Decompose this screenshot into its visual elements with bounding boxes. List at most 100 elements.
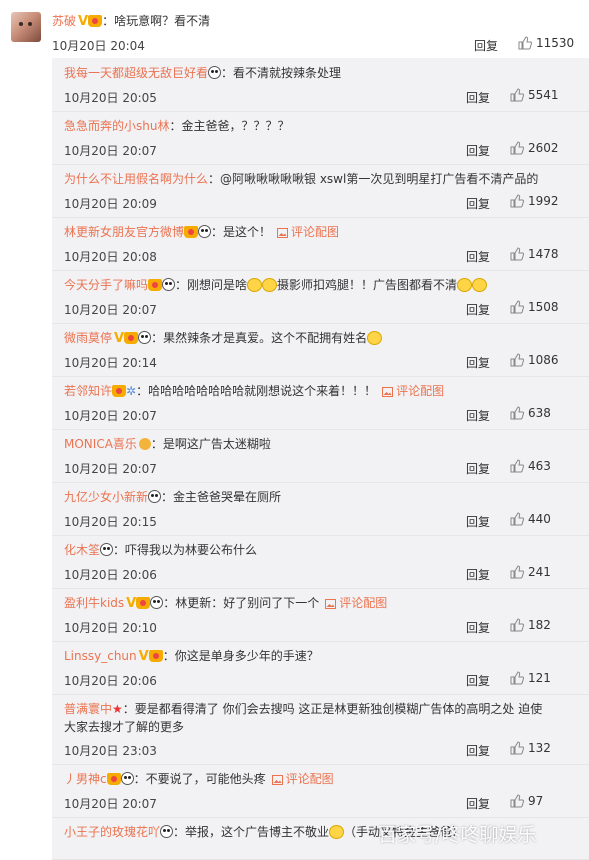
thumbs-up-icon [510, 353, 525, 367]
reply-button[interactable]: 回复 [466, 142, 490, 159]
member-crown-icon [124, 332, 139, 344]
like-button[interactable]: 132 [510, 741, 551, 755]
member-crown-icon [88, 15, 103, 27]
reply-item: 盈利牛kids V ：林更新：好了别问了下一个 评论配图 10月20日 20:10 回复 1… [52, 588, 589, 642]
like-button[interactable]: 5541 [510, 88, 559, 102]
thumbs-up-icon [510, 406, 525, 420]
like-button[interactable]: 182 [510, 618, 551, 632]
reply-item: 若邻知许 ✲：哈哈哈哈哈哈哈哈就刚想说这个来着！！！ 评论配图 10月20日 20:0… [52, 376, 589, 430]
cat-emoji-icon [262, 278, 278, 292]
thumbs-up-icon [510, 247, 525, 261]
avatar[interactable] [11, 12, 41, 42]
thumbs-up-icon [510, 618, 525, 632]
username-link[interactable]: Linssy_chun [64, 649, 137, 663]
member-crown-icon [184, 226, 199, 238]
username-link[interactable]: 微雨莫停 [64, 331, 112, 345]
like-button[interactable]: 463 [510, 459, 551, 473]
username-link[interactable]: 若邻知许 [64, 384, 112, 398]
thumbs-up-icon [510, 671, 525, 685]
username-link[interactable]: 丿男神c [64, 772, 107, 786]
reply-text: ：是啊这广告太迷糊啦 [150, 437, 271, 451]
comment-image-link[interactable]: 评论配图 [271, 772, 334, 786]
like-button[interactable]: 638 [510, 406, 551, 420]
like-button[interactable]: 1478 [510, 247, 559, 261]
reply-button[interactable]: 回复 [466, 195, 490, 212]
reply-item: Linssy_chun V ：你这是单身多少年的手速？ 10月20日 20:06 回复 1… [52, 641, 589, 695]
comment-image-link[interactable]: 评论配图 [325, 596, 387, 610]
clap-emoji-icon: ✲ [126, 384, 137, 398]
username-link[interactable]: 普满寰中 [64, 702, 112, 716]
reply-line: 盈利牛kids V ：林更新：好了别问了下一个 评论配图 [64, 594, 387, 611]
reply-text: ：看不清就按辣条处理 [221, 66, 342, 80]
member-crown-icon [106, 773, 121, 785]
panda-emoji-icon [138, 331, 152, 344]
like-button[interactable]: 241 [510, 565, 551, 579]
reply-button[interactable]: 回复 [466, 566, 490, 583]
reply-line: 若邻知许 ✲：哈哈哈哈哈哈哈哈就刚想说这个来着！！！ 评论配图 [64, 382, 444, 399]
reply-list: 我每一天都超级无敌巨好看 ：看不清就按辣条处理 10月20日 20:05 回复 5541… [52, 58, 589, 860]
reply-button[interactable]: 回复 [466, 248, 490, 265]
username-link[interactable]: 林更新女朋友官方微博 [64, 225, 184, 239]
username-link[interactable]: 今天分手了嘛吗 [64, 278, 148, 292]
like-button[interactable]: 2602 [510, 141, 559, 155]
reply-button[interactable]: 回复 [466, 89, 490, 106]
thumbs-up-icon [510, 741, 525, 755]
like-button[interactable]: 121 [510, 671, 551, 685]
reply-button[interactable]: 回复 [466, 619, 490, 636]
reply-button[interactable]: 回复 [466, 513, 490, 530]
reply-button[interactable]: 回复 [466, 795, 490, 812]
like-count: 463 [528, 459, 551, 473]
image-icon [271, 775, 283, 785]
username-link[interactable]: MONICA喜乐 [64, 437, 137, 451]
like-button[interactable]: 440 [510, 512, 551, 526]
cat-emoji-icon [247, 278, 263, 292]
panda-emoji-icon [208, 66, 222, 79]
username-link[interactable]: 盈利牛kids [64, 596, 124, 610]
like-button[interactable]: 1992 [510, 194, 559, 208]
panda-emoji-icon [120, 772, 134, 785]
like-button[interactable]: 1508 [510, 300, 559, 314]
like-button[interactable]: 97 [510, 794, 543, 808]
cat-emoji-icon [367, 331, 383, 345]
reply-line: 我每一天都超级无敌巨好看 ：看不清就按辣条处理 [64, 64, 341, 81]
reply-text: ：不要说了，可能他头疼 [133, 772, 266, 786]
comment-time: 10月20日 20:04 [52, 39, 145, 53]
comment-image-label: 评论配图 [291, 225, 340, 239]
reply-button[interactable]: 回复 [466, 672, 490, 689]
like-count: 121 [528, 671, 551, 685]
image-icon [382, 387, 394, 397]
comment-image-link[interactable]: 评论配图 [382, 384, 444, 398]
like-count: 97 [528, 794, 544, 808]
like-button[interactable]: 1086 [510, 353, 559, 367]
star-icon: ★ [112, 702, 123, 716]
reply-item: 今天分手了嘛吗 ：刚想问是啥 摄影师扣鸡腿！！广告图都看不清 10月20日 20:07… [52, 270, 589, 324]
username-link[interactable]: 九亿少女小新新 [64, 490, 148, 504]
member-crown-icon [148, 279, 163, 291]
reply-button[interactable]: 回复 [474, 37, 498, 54]
reply-item: 九亿少女小新新 ：金主爸爸哭晕在厕所 10月20日 20:15 回复 440 [52, 482, 589, 536]
reply-button[interactable]: 回复 [466, 407, 490, 424]
username-link[interactable]: 小王子的玫瑰花吖 [64, 825, 160, 839]
reply-button[interactable]: 回复 [466, 742, 490, 759]
panda-emoji-icon [198, 225, 212, 238]
reply-button[interactable]: 回复 [466, 460, 490, 477]
panda-emoji-icon [100, 543, 114, 556]
reply-button[interactable]: 回复 [466, 354, 490, 371]
reply-text: ：@阿啾啾啾啾啾银 xswl第一次见到明星打广告看不清产品的 [208, 172, 539, 186]
comment-image-link[interactable]: 评论配图 [277, 225, 339, 239]
username-link[interactable]: 为什么不让用假名啊为什么 [64, 172, 208, 186]
username-link[interactable]: 苏破 [52, 14, 76, 28]
panda-emoji-icon [150, 596, 164, 609]
like-button[interactable]: 11530 [518, 36, 574, 50]
image-icon [325, 599, 337, 609]
reply-text-cont: 摄影师扣鸡腿！！广告图都看不清 [277, 278, 458, 292]
panda-emoji-icon [162, 278, 176, 291]
thumbs-up-icon [518, 36, 533, 50]
main-comment: 苏破 V ：啥玩意啊？看不清 10月20日 20:04 回复 11530 [0, 0, 589, 58]
reply-text: ：刚想问是啥 [175, 278, 248, 292]
username-link[interactable]: 化木筌 [64, 543, 100, 557]
reply-button[interactable]: 回复 [466, 301, 490, 318]
username-link[interactable]: 我每一天都超级无敌巨好看 [64, 66, 208, 80]
like-count: 5541 [528, 88, 559, 102]
username-link[interactable]: 急急而奔的小shu林 [64, 119, 169, 133]
